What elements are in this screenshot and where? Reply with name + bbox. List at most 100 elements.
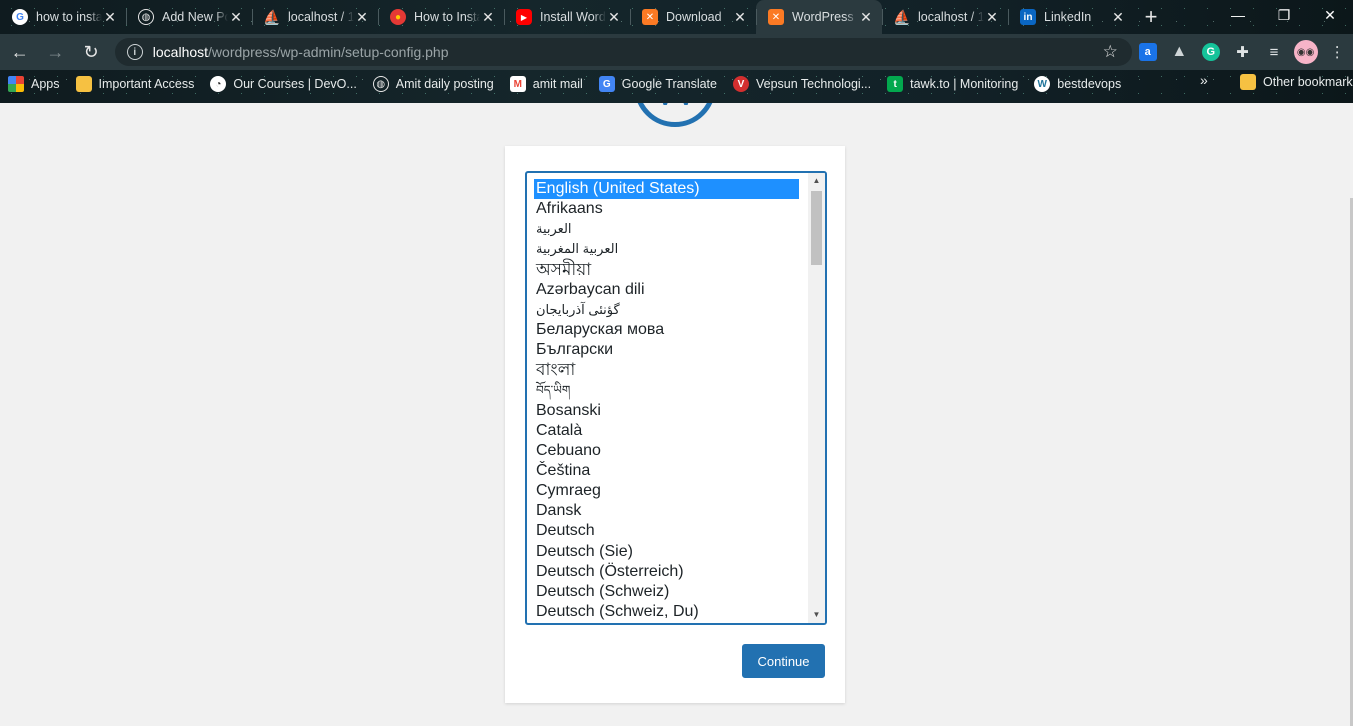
forward-arrow-icon[interactable]: → [40,36,72,68]
browser-tab[interactable]: ▶ Install WordPress ✕ [504,0,630,34]
apps-grid-icon [8,76,24,92]
vepsun-icon: V [732,76,749,92]
browser-tab[interactable]: ✕ Download ✕ [630,0,756,34]
phpmyadmin-sail-icon: ⛵ [893,8,911,25]
bookmark-bestdevops[interactable]: W bestdevops [1026,72,1129,96]
xampp-icon: ✕ [768,9,784,25]
bookmark-star-icon[interactable]: ☆ [1103,42,1118,62]
language-option[interactable]: བོད་ཡིག [527,380,807,400]
language-option[interactable]: Afrikaans [527,199,807,219]
globe-icon: ◍ [138,9,154,25]
language-option[interactable]: Dansk [527,501,807,521]
language-option[interactable]: বাংলা [527,360,807,380]
bookmark-apps[interactable]: Apps [0,72,68,96]
bookmark-amit-mail[interactable]: M amit mail [502,72,591,96]
scroll-down-arrow-icon[interactable]: ▼ [808,607,825,623]
avatar: ◉◉ [1293,40,1318,64]
language-option[interactable]: Deutsch (Schweiz, Du) [527,602,807,622]
language-option[interactable]: অসমীয়া [527,260,807,280]
restore-icon[interactable]: ❐ [1261,0,1307,32]
language-list-scrollbar[interactable]: ▲ ▼ [808,173,825,623]
language-option[interactable]: Čeština [527,461,807,481]
bookmark-tawk[interactable]: t tawk.to | Monitoring [879,72,1026,96]
window-controls: — ❐ ✕ [1215,0,1353,32]
browser-tab[interactable]: in LinkedIn ✕ [1008,0,1134,34]
language-option[interactable]: العربية المغربية [527,239,807,259]
linkedin-icon: in [1020,9,1036,25]
folder-icon [75,76,92,92]
youtube-icon: ▶ [516,9,532,25]
language-option[interactable]: Беларуская мова [527,320,807,340]
language-option[interactable]: Deutsch (Österreich) [527,562,807,582]
language-option[interactable]: Bosanski [527,401,807,421]
language-option[interactable]: گؤنئی آذربایجان [527,300,807,320]
browser-tab[interactable]: G how to install ✕ [0,0,126,34]
language-list: English (United States) Afrikaans العربي… [527,173,807,623]
browser-chrome: G how to install ✕ ◍ Add New Post ✕ ⛵ lo… [0,0,1353,103]
close-tab-icon[interactable]: ✕ [606,9,622,26]
grammarly-icon[interactable]: G [1195,36,1227,68]
phpmyadmin-sail-icon: ⛵ [263,8,281,25]
language-option[interactable]: Català [527,421,807,441]
language-option-selected[interactable]: English (United States) [534,179,799,200]
folder-icon [1240,74,1256,90]
bookmark-our-courses[interactable]: ◔ Our Courses | DevO... [202,72,364,96]
bookmark-important-access[interactable]: Important Access [68,72,203,96]
browser-tab-active[interactable]: ✕ WordPress ✕ [756,0,882,34]
language-option[interactable]: Deutsch (Schweiz) [527,582,807,602]
google-g-icon: G [12,9,28,25]
close-tab-icon[interactable]: ✕ [1110,9,1126,26]
language-option[interactable]: Azərbaycan dili [527,280,807,300]
language-select[interactable]: English (United States) Afrikaans العربي… [525,171,827,625]
flame-icon: ● [390,9,406,25]
language-option[interactable]: العربية [527,219,807,239]
more-bookmarks-chevron-icon[interactable]: » [1200,72,1208,88]
browser-tab[interactable]: ⛵ localhost / 127 ✕ [882,0,1008,34]
address-path: /wordpress/wp-admin/setup-config.php [208,44,449,60]
language-option[interactable]: Български [527,340,807,360]
browser-tab[interactable]: ◍ Add New Post ✕ [126,0,252,34]
minimize-icon[interactable]: — [1215,0,1261,32]
close-tab-icon[interactable]: ✕ [480,9,496,26]
setup-card: English (United States) Afrikaans العربي… [505,146,845,703]
bookmarks-bar: Apps Important Access ◔ Our Courses | De… [0,70,1353,98]
site-info-icon[interactable]: i [126,44,143,60]
language-option[interactable]: Cebuano [527,441,807,461]
close-window-icon[interactable]: ✕ [1307,0,1353,32]
extensions-puzzle-icon[interactable]: ✚ [1227,36,1259,68]
back-arrow-icon[interactable]: ← [4,36,36,68]
bookmark-other[interactable]: Other bookmarks [1232,70,1353,94]
address-host: localhost [152,44,209,60]
bookmark-amit-daily[interactable]: ◍ Amit daily posting [365,72,502,96]
address-bar[interactable]: i localhost/wordpress/wp-admin/setup-con… [114,38,1132,66]
scroll-up-arrow-icon[interactable]: ▲ [808,173,825,189]
close-tab-icon[interactable]: ✕ [354,9,370,26]
close-tab-icon[interactable]: ✕ [984,9,1000,26]
language-option[interactable]: Cymraeg [527,481,807,501]
browser-toolbar: ← → ↻ i localhost/wordpress/wp-admin/set… [0,34,1353,70]
browser-tab[interactable]: ● How to Install ✕ [378,0,504,34]
bookmark-vepsun[interactable]: V Vepsun Technologi... [725,72,879,96]
xampp-icon: ✕ [642,9,658,25]
browser-tab[interactable]: ⛵ localhost / 127 ✕ [252,0,378,34]
google-drive-icon[interactable]: ▲ [1163,36,1195,68]
close-tab-icon[interactable]: ✕ [228,9,244,26]
wordpress-logo-icon: W [634,103,716,127]
bookmark-google-translate[interactable]: G Google Translate [591,72,725,96]
reload-icon[interactable]: ↻ [75,36,107,68]
extension-a-icon[interactable]: a [1132,36,1164,68]
close-tab-icon[interactable]: ✕ [102,9,118,26]
devops-circle-icon: ◔ [210,76,227,92]
media-queue-icon[interactable]: ≡ [1258,36,1290,68]
menu-kebab-icon[interactable]: ⋮ [1321,36,1353,68]
language-option[interactable]: Deutsch (Sie) [527,542,807,562]
new-tab-button[interactable]: + [1134,0,1168,34]
close-tab-icon[interactable]: ✕ [858,9,874,26]
scrollbar-thumb[interactable] [811,191,822,265]
profile-avatar[interactable]: ◉◉ [1290,36,1322,68]
tab-strip: G how to install ✕ ◍ Add New Post ✕ ⛵ lo… [0,0,1353,34]
language-option[interactable]: Deutsch [527,521,807,541]
continue-button[interactable]: Continue [742,644,825,678]
close-tab-icon[interactable]: ✕ [732,9,748,26]
wordpress-icon: W [1034,76,1051,92]
